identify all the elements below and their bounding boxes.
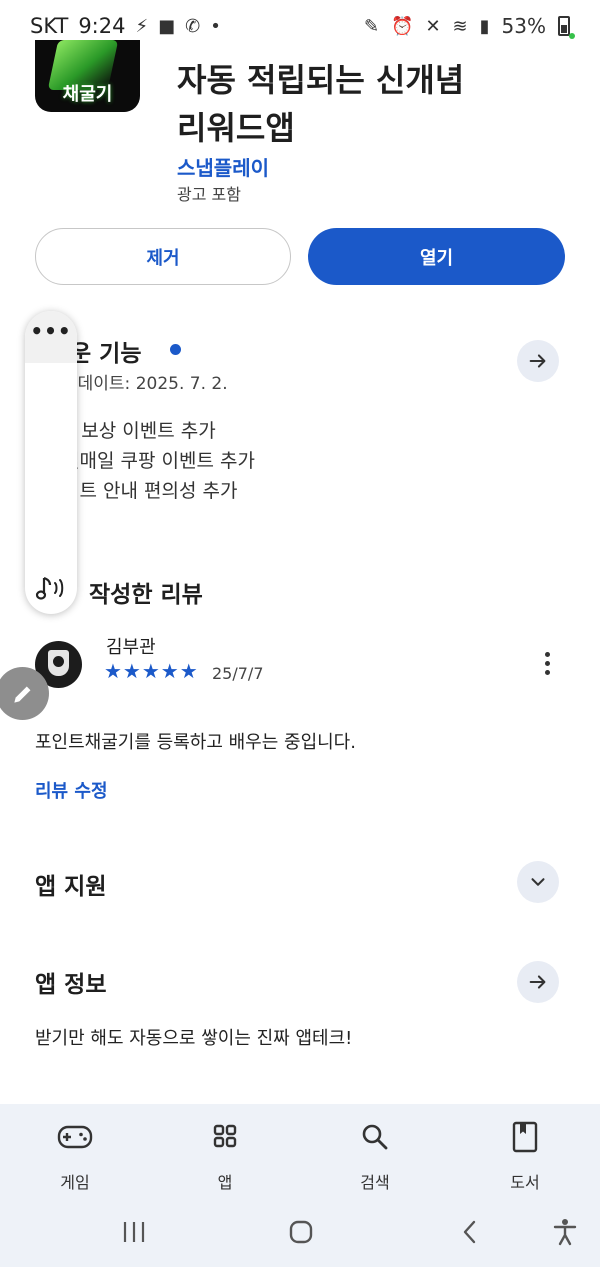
reviewer-name: 김부관: [106, 637, 156, 658]
ai-icon: ⚡: [135, 15, 149, 37]
remove-button[interactable]: 제거: [35, 228, 291, 285]
app-support-expand-button[interactable]: [517, 861, 559, 903]
arrow-right-icon: [529, 354, 546, 368]
status-right: ✎ ⏰ ✕ ≋ ▮ 53%: [364, 14, 570, 38]
app-title-line-1: 자동 적립되는 신개념: [177, 61, 465, 99]
book-icon: [512, 1121, 538, 1153]
system-navigation-bar: [0, 1200, 600, 1267]
recent-apps-button[interactable]: [114, 1214, 154, 1250]
developer-link[interactable]: 스냅플레이: [177, 152, 269, 181]
arrow-right-icon: [529, 975, 546, 989]
app-info-arrow-button[interactable]: [517, 961, 559, 1003]
status-left: SKT 9:24 ⚡ ■ ✆ •: [30, 14, 221, 38]
app-icon-label: 채굴기: [62, 84, 113, 105]
my-review-title: 작성한 리뷰: [89, 582, 203, 608]
whats-new-title: 운 기능: [70, 341, 142, 367]
more-options-icon[interactable]: •••: [25, 311, 77, 363]
alarm-icon: ⏰: [391, 15, 414, 37]
release-note-3: 이트 안내 편의성 추가: [62, 480, 238, 502]
app-description: 받기만 해도 자동으로 쌓이는 진짜 앱테크!: [35, 1028, 353, 1049]
release-note-1: C 보상 이벤트 추가: [62, 420, 216, 442]
battery-icon: [558, 16, 570, 36]
signal-icon: ▮: [479, 15, 490, 37]
gamepad-icon: [57, 1125, 93, 1149]
search-icon: [362, 1124, 388, 1150]
back-icon: [463, 1220, 476, 1244]
message-icon: ■: [158, 15, 176, 37]
review-date: 25/7/7: [212, 664, 264, 683]
app-icon: 채굴기: [35, 40, 140, 112]
wifi-icon: ≋: [452, 15, 468, 37]
floating-panel[interactable]: •••: [25, 311, 77, 614]
pen-icon: ✎: [363, 15, 380, 37]
nav-label-games: 게임: [60, 1173, 90, 1192]
nav-label-books: 도서: [510, 1173, 540, 1192]
release-note-2: 일매일 쿠팡 이벤트 추가: [62, 450, 255, 472]
rating-stars: ★★★★★: [104, 659, 199, 683]
app-title-line-2: 리워드앱: [177, 109, 295, 147]
clock: 9:24: [78, 14, 126, 38]
edit-review-link[interactable]: 리뷰 수정: [35, 777, 108, 803]
ad-notice: 광고 포함: [177, 185, 241, 204]
nav-label-search: 검색: [360, 1173, 390, 1192]
review-more-menu-icon[interactable]: [537, 652, 557, 680]
update-date: 업데이트: 2025. 7. 2.: [62, 374, 228, 394]
apps-grid-icon: [213, 1124, 237, 1148]
avatar-emblem: [48, 650, 69, 676]
pencil-icon: [13, 686, 30, 703]
carrier-label: SKT: [30, 14, 69, 38]
chevron-down-icon: [531, 878, 545, 886]
accessibility-button[interactable]: [545, 1214, 585, 1250]
new-indicator-dot: [170, 344, 181, 355]
notification-dot-icon: •: [210, 15, 221, 37]
app-title: 자동 적립되는 신개념 리워드앱: [177, 56, 577, 152]
back-button[interactable]: [450, 1214, 490, 1250]
edit-fab[interactable]: [0, 667, 49, 720]
nav-item-search[interactable]: 검색: [325, 1120, 425, 1193]
review-text: 포인트채굴기를 등록하고 배우는 중입니다.: [35, 732, 356, 753]
battery-percent: 53%: [501, 14, 546, 38]
nav-label-apps: 앱: [217, 1173, 233, 1192]
app-support-title: 앱 지원: [35, 874, 107, 900]
whats-new-arrow-button[interactable]: [517, 340, 559, 382]
privacy-indicator-dot: [569, 33, 575, 39]
nav-item-apps[interactable]: 앱: [175, 1120, 275, 1193]
app-info-title: 앱 정보: [35, 972, 107, 998]
sound-assistant-icon[interactable]: [35, 574, 69, 604]
home-icon: [289, 1220, 313, 1244]
bottom-navigation: 게임 앱 검색 도서: [0, 1104, 600, 1200]
accessibility-icon: [553, 1219, 577, 1246]
open-button[interactable]: 열기: [308, 228, 565, 285]
nav-item-games[interactable]: 게임: [25, 1120, 125, 1193]
mute-icon: ✕: [425, 15, 441, 37]
home-button[interactable]: [281, 1214, 321, 1250]
recent-apps-icon: [123, 1222, 145, 1242]
nav-item-books[interactable]: 도서: [475, 1120, 575, 1193]
call-icon: ✆: [185, 15, 201, 37]
